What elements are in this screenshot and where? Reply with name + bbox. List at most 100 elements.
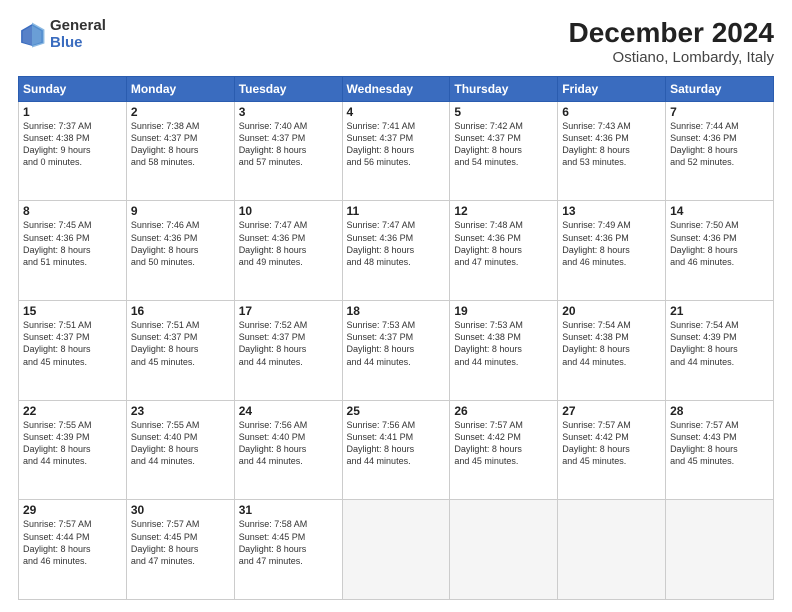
calendar-cell: 30Sunrise: 7:57 AMSunset: 4:45 PMDayligh… xyxy=(126,500,234,600)
calendar-cell: 4Sunrise: 7:41 AMSunset: 4:37 PMDaylight… xyxy=(342,101,450,201)
logo-line2: Blue xyxy=(50,35,106,52)
cell-info: Sunrise: 7:51 AMSunset: 4:37 PMDaylight:… xyxy=(131,319,230,368)
day-number: 5 xyxy=(454,105,553,119)
calendar-week-5: 29Sunrise: 7:57 AMSunset: 4:44 PMDayligh… xyxy=(19,500,774,600)
calendar-cell: 7Sunrise: 7:44 AMSunset: 4:36 PMDaylight… xyxy=(666,101,774,201)
day-number: 17 xyxy=(239,304,338,318)
calendar-cell: 3Sunrise: 7:40 AMSunset: 4:37 PMDaylight… xyxy=(234,101,342,201)
day-number: 7 xyxy=(670,105,769,119)
calendar-cell: 2Sunrise: 7:38 AMSunset: 4:37 PMDaylight… xyxy=(126,101,234,201)
day-number: 6 xyxy=(562,105,661,119)
calendar-cell: 6Sunrise: 7:43 AMSunset: 4:36 PMDaylight… xyxy=(558,101,666,201)
calendar-header-row: SundayMondayTuesdayWednesdayThursdayFrid… xyxy=(19,76,774,101)
calendar-cell: 16Sunrise: 7:51 AMSunset: 4:37 PMDayligh… xyxy=(126,301,234,401)
cell-info: Sunrise: 7:57 AMSunset: 4:42 PMDaylight:… xyxy=(454,419,553,468)
day-number: 22 xyxy=(23,404,122,418)
day-number: 16 xyxy=(131,304,230,318)
day-number: 29 xyxy=(23,503,122,517)
cell-info: Sunrise: 7:53 AMSunset: 4:37 PMDaylight:… xyxy=(347,319,446,368)
cell-info: Sunrise: 7:57 AMSunset: 4:43 PMDaylight:… xyxy=(670,419,769,468)
calendar-cell: 1Sunrise: 7:37 AMSunset: 4:38 PMDaylight… xyxy=(19,101,127,201)
cell-info: Sunrise: 7:57 AMSunset: 4:44 PMDaylight:… xyxy=(23,518,122,567)
cell-info: Sunrise: 7:56 AMSunset: 4:40 PMDaylight:… xyxy=(239,419,338,468)
weekday-header-saturday: Saturday xyxy=(666,76,774,101)
logo-icon xyxy=(18,21,46,49)
cell-info: Sunrise: 7:50 AMSunset: 4:36 PMDaylight:… xyxy=(670,219,769,268)
day-number: 1 xyxy=(23,105,122,119)
weekday-header-tuesday: Tuesday xyxy=(234,76,342,101)
day-number: 11 xyxy=(347,204,446,218)
cell-info: Sunrise: 7:54 AMSunset: 4:38 PMDaylight:… xyxy=(562,319,661,368)
calendar-cell: 20Sunrise: 7:54 AMSunset: 4:38 PMDayligh… xyxy=(558,301,666,401)
day-number: 20 xyxy=(562,304,661,318)
cell-info: Sunrise: 7:48 AMSunset: 4:36 PMDaylight:… xyxy=(454,219,553,268)
calendar-cell xyxy=(450,500,558,600)
calendar-subtitle: Ostiano, Lombardy, Italy xyxy=(569,49,774,66)
cell-info: Sunrise: 7:47 AMSunset: 4:36 PMDaylight:… xyxy=(239,219,338,268)
calendar-cell: 21Sunrise: 7:54 AMSunset: 4:39 PMDayligh… xyxy=(666,301,774,401)
logo-line1: General xyxy=(50,18,106,35)
calendar-cell: 14Sunrise: 7:50 AMSunset: 4:36 PMDayligh… xyxy=(666,201,774,301)
day-number: 10 xyxy=(239,204,338,218)
day-number: 18 xyxy=(347,304,446,318)
calendar-cell: 19Sunrise: 7:53 AMSunset: 4:38 PMDayligh… xyxy=(450,301,558,401)
logo-text: General Blue xyxy=(50,18,106,51)
weekday-header-wednesday: Wednesday xyxy=(342,76,450,101)
cell-info: Sunrise: 7:51 AMSunset: 4:37 PMDaylight:… xyxy=(23,319,122,368)
calendar-week-4: 22Sunrise: 7:55 AMSunset: 4:39 PMDayligh… xyxy=(19,400,774,500)
cell-info: Sunrise: 7:42 AMSunset: 4:37 PMDaylight:… xyxy=(454,120,553,169)
cell-info: Sunrise: 7:46 AMSunset: 4:36 PMDaylight:… xyxy=(131,219,230,268)
cell-info: Sunrise: 7:45 AMSunset: 4:36 PMDaylight:… xyxy=(23,219,122,268)
header: General Blue December 2024 Ostiano, Lomb… xyxy=(18,18,774,66)
calendar-cell: 25Sunrise: 7:56 AMSunset: 4:41 PMDayligh… xyxy=(342,400,450,500)
calendar-cell: 9Sunrise: 7:46 AMSunset: 4:36 PMDaylight… xyxy=(126,201,234,301)
cell-info: Sunrise: 7:53 AMSunset: 4:38 PMDaylight:… xyxy=(454,319,553,368)
day-number: 25 xyxy=(347,404,446,418)
calendar-cell: 23Sunrise: 7:55 AMSunset: 4:40 PMDayligh… xyxy=(126,400,234,500)
weekday-header-friday: Friday xyxy=(558,76,666,101)
page: General Blue December 2024 Ostiano, Lomb… xyxy=(0,0,792,612)
calendar-cell: 13Sunrise: 7:49 AMSunset: 4:36 PMDayligh… xyxy=(558,201,666,301)
day-number: 2 xyxy=(131,105,230,119)
calendar-cell: 28Sunrise: 7:57 AMSunset: 4:43 PMDayligh… xyxy=(666,400,774,500)
cell-info: Sunrise: 7:58 AMSunset: 4:45 PMDaylight:… xyxy=(239,518,338,567)
cell-info: Sunrise: 7:40 AMSunset: 4:37 PMDaylight:… xyxy=(239,120,338,169)
day-number: 27 xyxy=(562,404,661,418)
calendar-cell xyxy=(558,500,666,600)
weekday-header-thursday: Thursday xyxy=(450,76,558,101)
weekday-header-sunday: Sunday xyxy=(19,76,127,101)
cell-info: Sunrise: 7:57 AMSunset: 4:42 PMDaylight:… xyxy=(562,419,661,468)
title-block: December 2024 Ostiano, Lombardy, Italy xyxy=(569,18,774,66)
calendar-cell: 11Sunrise: 7:47 AMSunset: 4:36 PMDayligh… xyxy=(342,201,450,301)
calendar-title: December 2024 xyxy=(569,18,774,49)
day-number: 19 xyxy=(454,304,553,318)
calendar-cell xyxy=(666,500,774,600)
cell-info: Sunrise: 7:54 AMSunset: 4:39 PMDaylight:… xyxy=(670,319,769,368)
cell-info: Sunrise: 7:37 AMSunset: 4:38 PMDaylight:… xyxy=(23,120,122,169)
logo: General Blue xyxy=(18,18,106,51)
day-number: 28 xyxy=(670,404,769,418)
calendar-cell: 15Sunrise: 7:51 AMSunset: 4:37 PMDayligh… xyxy=(19,301,127,401)
day-number: 8 xyxy=(23,204,122,218)
calendar-cell: 27Sunrise: 7:57 AMSunset: 4:42 PMDayligh… xyxy=(558,400,666,500)
calendar-cell: 22Sunrise: 7:55 AMSunset: 4:39 PMDayligh… xyxy=(19,400,127,500)
day-number: 14 xyxy=(670,204,769,218)
calendar-cell: 10Sunrise: 7:47 AMSunset: 4:36 PMDayligh… xyxy=(234,201,342,301)
cell-info: Sunrise: 7:55 AMSunset: 4:40 PMDaylight:… xyxy=(131,419,230,468)
calendar-cell: 18Sunrise: 7:53 AMSunset: 4:37 PMDayligh… xyxy=(342,301,450,401)
calendar-cell: 31Sunrise: 7:58 AMSunset: 4:45 PMDayligh… xyxy=(234,500,342,600)
day-number: 21 xyxy=(670,304,769,318)
calendar-cell xyxy=(342,500,450,600)
calendar-cell: 17Sunrise: 7:52 AMSunset: 4:37 PMDayligh… xyxy=(234,301,342,401)
calendar-cell: 26Sunrise: 7:57 AMSunset: 4:42 PMDayligh… xyxy=(450,400,558,500)
day-number: 13 xyxy=(562,204,661,218)
cell-info: Sunrise: 7:38 AMSunset: 4:37 PMDaylight:… xyxy=(131,120,230,169)
day-number: 24 xyxy=(239,404,338,418)
calendar-cell: 24Sunrise: 7:56 AMSunset: 4:40 PMDayligh… xyxy=(234,400,342,500)
cell-info: Sunrise: 7:44 AMSunset: 4:36 PMDaylight:… xyxy=(670,120,769,169)
weekday-header-monday: Monday xyxy=(126,76,234,101)
cell-info: Sunrise: 7:57 AMSunset: 4:45 PMDaylight:… xyxy=(131,518,230,567)
cell-info: Sunrise: 7:52 AMSunset: 4:37 PMDaylight:… xyxy=(239,319,338,368)
cell-info: Sunrise: 7:49 AMSunset: 4:36 PMDaylight:… xyxy=(562,219,661,268)
calendar-table: SundayMondayTuesdayWednesdayThursdayFrid… xyxy=(18,76,774,600)
